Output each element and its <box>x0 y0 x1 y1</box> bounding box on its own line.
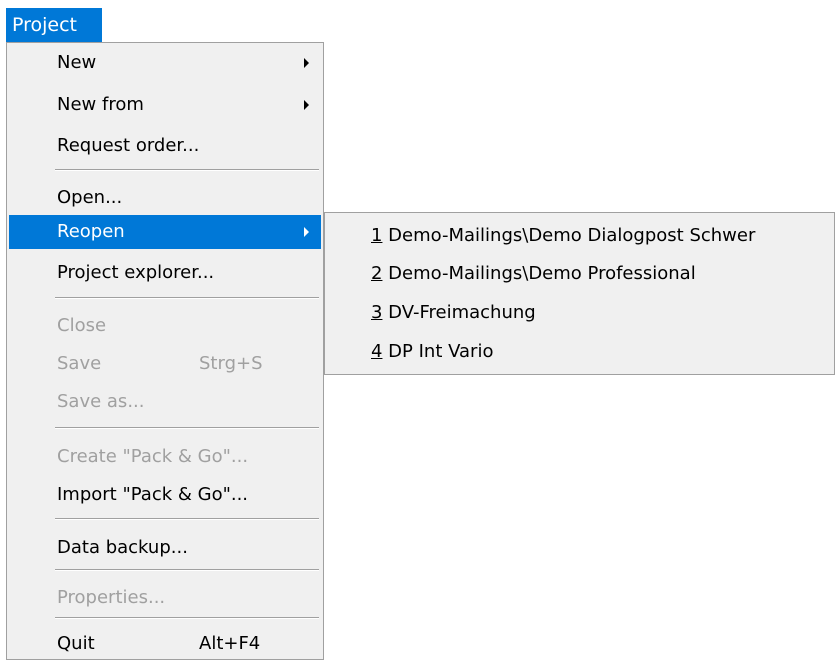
menu-item-quit[interactable]: Quit Alt+F4 <box>9 627 321 661</box>
menu-separator <box>55 518 319 520</box>
menu-item-label: Save as... <box>57 391 145 412</box>
menu-item-save[interactable]: Save Strg+S <box>9 347 321 381</box>
menubar-project-label: Project <box>12 14 78 36</box>
menu-item-label: Properties... <box>57 587 166 608</box>
menu-item-properties[interactable]: Properties... <box>9 581 321 615</box>
recent-project-path: DP Int Vario <box>382 341 494 362</box>
menu-separator <box>55 427 319 429</box>
menu-item-shortcut: Alt+F4 <box>199 633 261 654</box>
menu-item-label: New from <box>57 94 144 115</box>
recent-project-2[interactable]: 2 Demo-Mailings\Demo Professional <box>371 257 696 291</box>
chevron-right-icon <box>304 227 309 237</box>
menu-item-new[interactable]: New <box>9 46 321 80</box>
recent-project-3[interactable]: 3 DV-Freimachung <box>371 296 536 330</box>
recent-project-1[interactable]: 1 Demo-Mailings\Demo Dialogpost Schwer <box>371 219 755 253</box>
menu-item-label: Data backup... <box>57 537 188 558</box>
menu-item-import-pack-go[interactable]: Import "Pack & Go"... <box>9 478 321 512</box>
menu-item-project-explorer[interactable]: Project explorer... <box>9 256 321 290</box>
menu-item-shortcut: Strg+S <box>199 353 263 374</box>
menu-item-label: Import "Pack & Go"... <box>57 484 249 505</box>
chevron-right-icon <box>304 58 309 68</box>
menu-item-label: Quit <box>57 633 95 654</box>
recent-project-number: 4 <box>371 341 383 362</box>
recent-project-number: 2 <box>371 263 383 284</box>
menu-item-reopen[interactable]: Reopen <box>9 215 321 249</box>
menu-item-label: Close <box>57 315 107 336</box>
recent-project-4[interactable]: 4 DP Int Vario <box>371 335 493 369</box>
menu-item-create-pack-go[interactable]: Create "Pack & Go"... <box>9 440 321 474</box>
menu-item-open[interactable]: Open... <box>9 181 321 215</box>
menu-separator <box>55 617 319 619</box>
menu-item-label: Create "Pack & Go"... <box>57 446 249 467</box>
menu-item-label: New <box>57 52 97 73</box>
menu-item-save-as[interactable]: Save as... <box>9 385 321 419</box>
menu-item-label: Save <box>57 353 102 374</box>
recent-project-path: Demo-Mailings\Demo Professional <box>382 263 696 284</box>
recent-project-path: DV-Freimachung <box>382 302 536 323</box>
chevron-right-icon <box>304 100 309 110</box>
menu-item-data-backup[interactable]: Data backup... <box>9 531 321 565</box>
recent-project-path: Demo-Mailings\Demo Dialogpost Schwer <box>382 225 756 246</box>
menu-item-request-order[interactable]: Request order... <box>9 129 321 163</box>
menu-item-label: Request order... <box>57 135 200 156</box>
menubar-project[interactable]: Project <box>6 8 102 42</box>
menu-item-label: Project explorer... <box>57 262 215 283</box>
menu-item-close[interactable]: Close <box>9 309 321 343</box>
reopen-submenu: 1 Demo-Mailings\Demo Dialogpost Schwer 2… <box>324 212 835 375</box>
project-menu: New New from Request order... Open... Re… <box>6 42 324 660</box>
recent-project-number: 3 <box>371 302 383 323</box>
menu-item-new-from[interactable]: New from <box>9 88 321 122</box>
recent-project-number: 1 <box>371 225 383 246</box>
menu-item-label: Open... <box>57 187 123 208</box>
menu-separator <box>55 297 319 299</box>
menu-separator <box>55 569 319 571</box>
menu-item-label: Reopen <box>57 221 125 242</box>
menu-separator <box>55 169 319 171</box>
